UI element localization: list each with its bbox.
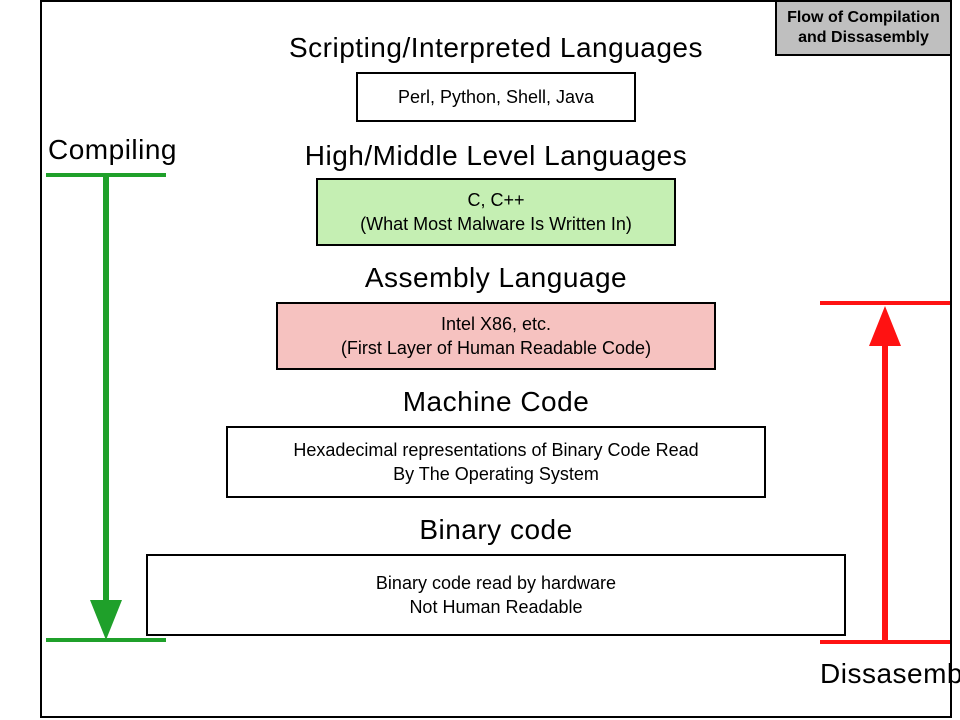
arrow-compiling-icon	[46, 172, 166, 652]
heading-scripting: Scripting/Interpreted Languages	[289, 32, 703, 64]
arrow-disassemble-icon	[820, 300, 950, 648]
box-assembly: Intel X86, etc. (First Layer of Human Re…	[276, 302, 716, 370]
box-scripting-line1: Perl, Python, Shell, Java	[398, 85, 594, 109]
box-machine: Hexadecimal representations of Binary Co…	[226, 426, 766, 498]
box-assembly-line1: Intel X86, etc.	[441, 312, 551, 336]
label-compiling: Compiling	[48, 134, 177, 166]
heading-assembly: Assembly Language	[365, 262, 627, 294]
legend-line1: Flow of Compilation	[787, 9, 940, 26]
box-scripting: Perl, Python, Shell, Java	[356, 72, 636, 122]
label-disassemble: Dissasemble	[820, 658, 960, 690]
box-machine-line2: By The Operating System	[393, 462, 599, 486]
box-highlevel: C, C++ (What Most Malware Is Written In)	[316, 178, 676, 246]
box-highlevel-line2: (What Most Malware Is Written In)	[360, 212, 632, 236]
legend-line2: and Dissasembly	[798, 29, 929, 46]
box-machine-line1: Hexadecimal representations of Binary Co…	[293, 438, 698, 462]
diagram-frame: Flow of Compilation and Dissasembly Scri…	[40, 0, 952, 718]
box-binary: Binary code read by hardware Not Human R…	[146, 554, 846, 636]
heading-machine: Machine Code	[403, 386, 590, 418]
box-highlevel-line1: C, C++	[467, 188, 524, 212]
box-binary-line2: Not Human Readable	[409, 595, 582, 619]
heading-highlevel: High/Middle Level Languages	[305, 140, 687, 172]
box-binary-line1: Binary code read by hardware	[376, 571, 616, 595]
heading-binary: Binary code	[419, 514, 572, 546]
legend-box: Flow of Compilation and Dissasembly	[775, 2, 950, 56]
box-assembly-line2: (First Layer of Human Readable Code)	[341, 336, 651, 360]
